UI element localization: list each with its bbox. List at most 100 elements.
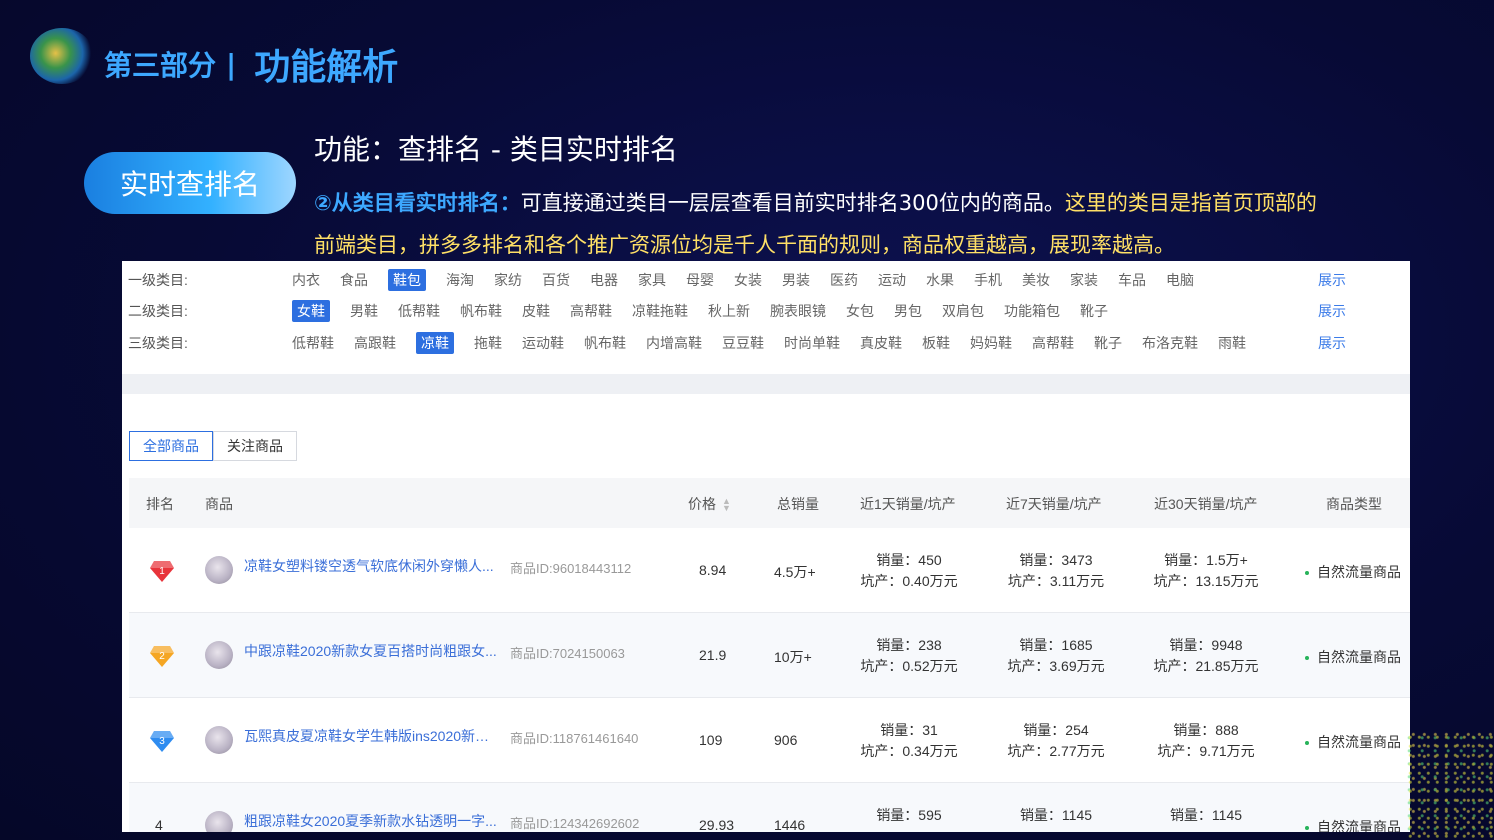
category-level2-item[interactable]: 秋上新 (708, 301, 750, 321)
stat-1day: 销量：450 坑产：0.40万元 (858, 550, 960, 592)
category-level3-item[interactable]: 高帮鞋 (1032, 333, 1074, 353)
product-id: 商品ID:96018443112 (510, 561, 632, 576)
product-name-link[interactable]: 中跟凉鞋2020新款女夏百搭时尚粗跟女... (244, 641, 500, 661)
product-name-link[interactable]: 瓦熙真皮夏凉鞋女学生韩版ins2020新款... (244, 726, 500, 746)
header-price[interactable]: 价格 ▲ ▼ (688, 494, 731, 514)
category-level3-item[interactable]: 板鞋 (922, 333, 950, 353)
category-level3-item[interactable]: 雨鞋 (1218, 333, 1246, 353)
category-level1-item[interactable]: 美妆 (1022, 270, 1050, 290)
category-level2-item[interactable]: 低帮鞋 (398, 301, 440, 321)
product-type-label: 自然流量商品 (1317, 734, 1401, 750)
category-level2-item[interactable]: 双肩包 (942, 301, 984, 321)
category-level1-item[interactable]: 鞋包 (388, 269, 426, 291)
category-level1-item[interactable]: 百货 (542, 270, 570, 290)
category-level1-item[interactable]: 男装 (782, 270, 810, 290)
rank-number: 3 (159, 736, 165, 747)
category-level2-label: 二级类目: (128, 303, 188, 319)
category-level1-item[interactable]: 水果 (926, 270, 954, 290)
table-row[interactable]: 1 凉鞋女塑料镂空透气软底休闲外穿懒人... 商品ID:96018443112 … (129, 528, 1410, 613)
category-level2-item[interactable]: 凉鞋拖鞋 (632, 301, 688, 321)
header-1day: 近1天销量/坑产 (860, 496, 956, 512)
category-level1-item[interactable]: 女装 (734, 270, 762, 290)
product-thumbnail[interactable] (205, 726, 233, 754)
category-level1-item[interactable]: 家纺 (494, 270, 522, 290)
header-rank: 排名 (146, 496, 174, 512)
stat-30day: 销量：888 坑产：9.71万元 (1151, 720, 1261, 762)
stat-30day-sales: 销量：1145 (1169, 807, 1243, 823)
product-thumbnail[interactable] (205, 811, 233, 832)
category-level2-item[interactable]: 男鞋 (350, 301, 378, 321)
category-level3-item[interactable]: 帆布鞋 (584, 333, 626, 353)
stat-1day-sales: 销量：238 (876, 637, 942, 653)
stat-1day: 销量：595 (858, 805, 960, 826)
category-level2-items: 女鞋 男鞋 低帮鞋 帆布鞋 皮鞋 高帮鞋 凉鞋拖鞋 秋上新 腕表眼镜 女包 男包 双肩包 功能箱包 靴子 (292, 300, 1128, 322)
header-30day: 近30天销量/坑产 (1154, 496, 1258, 512)
category-level3-item[interactable]: 妈妈鞋 (970, 333, 1012, 353)
product-type: 自然流量商品 (1305, 817, 1401, 832)
category-level1-item[interactable]: 运动 (878, 270, 906, 290)
category-level1-item[interactable]: 海淘 (446, 270, 474, 290)
tab-followed-products[interactable]: 关注商品 (213, 431, 297, 461)
category-level1-item[interactable]: 母婴 (686, 270, 714, 290)
category-level3-show-link[interactable]: 展示 (1318, 333, 1346, 353)
product-thumbnail[interactable] (205, 556, 233, 584)
stat-7day: 销量：3473 坑产：3.11万元 (1005, 550, 1107, 592)
category-level3-item[interactable]: 内增高鞋 (646, 333, 702, 353)
product-name-link[interactable]: 粗跟凉鞋女2020夏季新款水钻透明一字... (244, 811, 500, 831)
category-level1-item[interactable]: 医药 (830, 270, 858, 290)
category-level1-item[interactable]: 内衣 (292, 270, 320, 290)
category-level2-item[interactable]: 男包 (894, 301, 922, 321)
category-level3-row: 三级类目: 低帮鞋 高跟鞋 凉鞋 拖鞋 运动鞋 帆布鞋 内增高鞋 豆豆鞋 时尚单鞋 真皮鞋 板鞋 妈妈… (122, 331, 1410, 355)
category-level3-item[interactable]: 凉鞋 (416, 332, 454, 354)
stat-30day-output: 坑产：9.71万元 (1157, 743, 1255, 759)
category-level1-item[interactable]: 电器 (590, 270, 618, 290)
category-level3-item[interactable]: 真皮鞋 (860, 333, 902, 353)
category-level3-item[interactable]: 运动鞋 (522, 333, 564, 353)
category-level1-row: 一级类目: 内衣 食品 鞋包 海淘 家纺 百货 电器 家具 母婴 女装 男装 医药 运动 水果 手机 美妆 家装… (122, 268, 1410, 292)
category-level2-item[interactable]: 女包 (846, 301, 874, 321)
globe-logo (30, 28, 94, 84)
sort-arrows-icon[interactable]: ▲ ▼ (722, 497, 731, 513)
stat-30day-sales: 销量：888 (1173, 722, 1239, 738)
stat-7day: 销量：254 坑产：2.77万元 (1005, 720, 1107, 762)
category-level1-item[interactable]: 车品 (1118, 270, 1146, 290)
category-level1-show-link[interactable]: 展示 (1318, 270, 1346, 290)
category-level1-item[interactable]: 家具 (638, 270, 666, 290)
category-level2-item[interactable]: 靴子 (1080, 301, 1108, 321)
category-level2-item[interactable]: 腕表眼镜 (770, 301, 826, 321)
table-row[interactable]: 3 瓦熙真皮夏凉鞋女学生韩版ins2020新款... 商品ID:11876146… (129, 698, 1410, 783)
stat-30day-output: 坑产：13.15万元 (1153, 573, 1259, 589)
category-level3-item[interactable]: 低帮鞋 (292, 333, 334, 353)
product-thumbnail[interactable] (205, 641, 233, 669)
table-row[interactable]: 4 粗跟凉鞋女2020夏季新款水钻透明一字... 商品ID:1243426926… (129, 783, 1410, 832)
product-tabs: 全部商品 关注商品 (129, 431, 297, 461)
category-level1-item[interactable]: 食品 (340, 270, 368, 290)
category-level3-items: 低帮鞋 高跟鞋 凉鞋 拖鞋 运动鞋 帆布鞋 内增高鞋 豆豆鞋 时尚单鞋 真皮鞋 板鞋 妈妈鞋 高帮鞋 靴子… (292, 332, 1266, 354)
status-dot-icon (1305, 741, 1309, 746)
product-name-link[interactable]: 凉鞋女塑料镂空透气软底休闲外穿懒人... (244, 556, 500, 576)
category-level2-item[interactable]: 皮鞋 (522, 301, 550, 321)
category-level2-item[interactable]: 女鞋 (292, 300, 330, 322)
stat-1day-output: 坑产：0.40万元 (860, 573, 958, 589)
category-level1-item[interactable]: 家装 (1070, 270, 1098, 290)
category-level2-row: 二级类目: 女鞋 男鞋 低帮鞋 帆布鞋 皮鞋 高帮鞋 凉鞋拖鞋 秋上新 腕表眼镜 女包 男包 双肩包功… (122, 299, 1410, 323)
stat-7day: 销量：1145 (1005, 805, 1107, 826)
table-row[interactable]: 2 中跟凉鞋2020新款女夏百搭时尚粗跟女... 商品ID:7024150063… (129, 613, 1410, 698)
category-level1-label: 一级类目: (128, 272, 188, 288)
stat-1day-output: 坑产：0.34万元 (860, 743, 958, 759)
category-level3-item[interactable]: 高跟鞋 (354, 333, 396, 353)
category-level2-show-link[interactable]: 展示 (1318, 301, 1346, 321)
tab-all-products[interactable]: 全部商品 (129, 431, 213, 461)
category-level2-item[interactable]: 功能箱包 (1004, 301, 1060, 321)
ranking-screenshot: 一级类目: 内衣 食品 鞋包 海淘 家纺 百货 电器 家具 母婴 女装 男装 医药 运动 水果 手机 美妆 家装… (122, 261, 1410, 832)
category-level3-item[interactable]: 时尚单鞋 (784, 333, 840, 353)
category-level3-item[interactable]: 拖鞋 (474, 333, 502, 353)
category-level1-item[interactable]: 手机 (974, 270, 1002, 290)
category-level1-item[interactable]: 电脑 (1166, 270, 1194, 290)
category-level3-item[interactable]: 布洛克鞋 (1142, 333, 1198, 353)
category-level3-item[interactable]: 靴子 (1094, 333, 1122, 353)
category-level3-item[interactable]: 豆豆鞋 (722, 333, 764, 353)
category-level2-item[interactable]: 高帮鞋 (570, 301, 612, 321)
product-id: 商品ID:7024150063 (510, 646, 625, 661)
category-level2-item[interactable]: 帆布鞋 (460, 301, 502, 321)
